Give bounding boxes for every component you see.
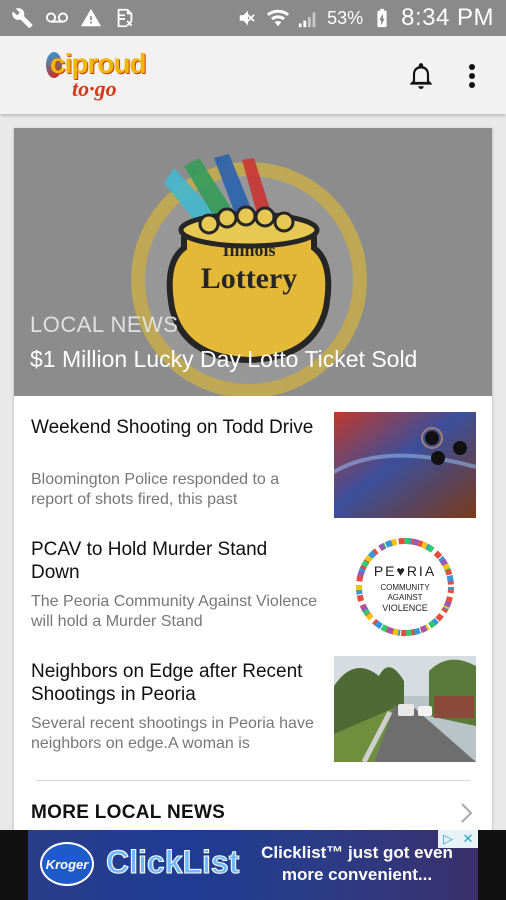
ad-info-icon[interactable]: ▷ xyxy=(438,830,458,848)
battery-percent: 53% xyxy=(327,7,364,28)
story-item[interactable]: Neighbors on Edge after Recent Shootings… xyxy=(14,656,492,770)
kroger-logo: Kroger xyxy=(40,842,94,886)
warning-icon xyxy=(80,7,102,29)
mute-icon xyxy=(237,7,259,29)
hero-story[interactable]: Illinois Lottery LOCAL NEWS $1 Million L… xyxy=(14,128,492,396)
news-card: Illinois Lottery LOCAL NEWS $1 Million L… xyxy=(14,128,492,838)
status-bar: 53% 8:34 PM xyxy=(0,0,506,36)
story-title[interactable]: Neighbors on Edge after Recent Shootings… xyxy=(31,660,319,706)
more-vert-icon[interactable] xyxy=(462,60,482,92)
pcav-line-2: COMMUNITY xyxy=(380,583,430,592)
divider xyxy=(36,780,470,781)
ad-choices-badge[interactable]: ▷ ✕ xyxy=(438,830,478,848)
logo-text-bottom: to·go xyxy=(72,76,117,101)
ad-creative[interactable]: Kroger ClickList Clicklist™ just got eve… xyxy=(28,830,478,900)
wrench-icon xyxy=(12,7,34,29)
sim-off-icon xyxy=(114,7,136,29)
story-snippet: The Peoria Community Against Violence wi… xyxy=(31,593,318,630)
story-title[interactable]: Weekend Shooting on Todd Drive xyxy=(31,416,319,439)
story-thumbnail[interactable] xyxy=(334,656,476,762)
app-bar: ciproud to·go xyxy=(0,36,506,114)
pcav-line-3: AGAINST xyxy=(387,593,422,602)
pcav-line-4: VIOLENCE xyxy=(382,603,428,613)
pcav-line-1: PE♥RIA xyxy=(374,563,436,579)
ad-close-icon[interactable]: ✕ xyxy=(458,830,478,848)
battery-charging-icon xyxy=(371,7,393,29)
hero-category: LOCAL NEWS xyxy=(30,312,179,337)
story-item[interactable]: PCAV to Hold Murder Stand Down The Peori… xyxy=(14,534,492,648)
story-snippet: Several recent shootings in Peoria have … xyxy=(31,715,314,752)
voicemail-icon xyxy=(46,7,68,29)
signal-icon xyxy=(297,7,319,29)
story-thumbnail[interactable] xyxy=(334,412,476,518)
clicklist-logo: ClickList xyxy=(105,844,240,881)
pcav-logo-image: PE♥RIA COMMUNITY AGAINST VIOLENCE xyxy=(334,534,476,640)
wifi-icon xyxy=(267,7,290,29)
story-item[interactable]: Weekend Shooting on Todd Drive Bloomingt… xyxy=(14,412,492,526)
status-clock: 8:34 PM xyxy=(401,4,494,31)
story-thumbnail[interactable]: PE♥RIA COMMUNITY AGAINST VIOLENCE xyxy=(334,534,476,640)
ad-copy: Clicklist™ just got even more convenient… xyxy=(261,843,453,884)
ad-banner[interactable]: Kroger ClickList Clicklist™ just got eve… xyxy=(0,830,506,900)
story-title[interactable]: PCAV to Hold Murder Stand Down xyxy=(31,538,319,584)
street-scene-image xyxy=(334,656,476,762)
hero-title[interactable]: $1 Million Lucky Day Lotto Ticket Sold xyxy=(30,346,417,373)
bell-icon[interactable] xyxy=(408,62,434,90)
bullet-holes-image xyxy=(334,412,476,518)
story-snippet: Bloomington Police responded to a report… xyxy=(31,471,280,508)
app-logo[interactable]: ciproud to·go xyxy=(46,48,147,101)
chevron-right-icon[interactable] xyxy=(460,802,474,824)
more-local-news-link[interactable]: MORE LOCAL NEWS xyxy=(31,802,225,824)
